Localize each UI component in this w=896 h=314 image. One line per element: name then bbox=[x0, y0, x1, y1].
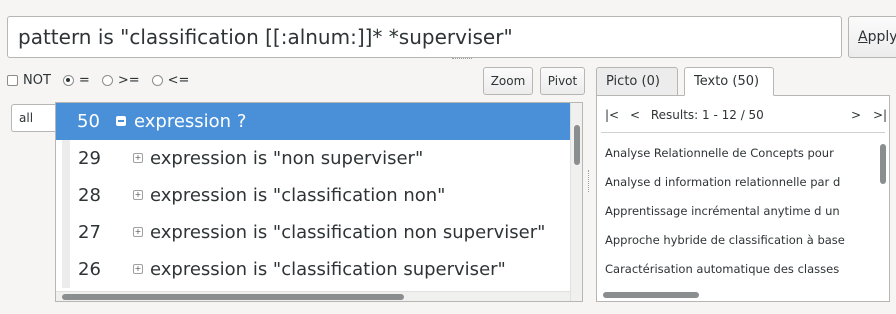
tree-vertical-scrollbar[interactable] bbox=[570, 103, 582, 301]
zoom-button[interactable]: Zoom bbox=[483, 67, 533, 95]
indent-guide bbox=[62, 251, 70, 288]
expand-icon[interactable]: + bbox=[133, 190, 143, 200]
not-checkbox[interactable] bbox=[7, 74, 18, 86]
result-item[interactable]: Approche hybride de classification à bas… bbox=[605, 233, 845, 247]
scroll-thumb[interactable] bbox=[880, 144, 886, 184]
next-page-button[interactable]: > bbox=[851, 108, 861, 122]
results-navigation: |< < Results: 1 - 12 / 50 > >| bbox=[605, 108, 887, 122]
not-label: NOT bbox=[23, 72, 51, 88]
less-equal-radio[interactable] bbox=[151, 74, 163, 86]
tree-horizontal-scrollbar[interactable] bbox=[56, 291, 570, 301]
results-panel: |< < Results: 1 - 12 / 50 > >| Analyse R… bbox=[596, 95, 890, 302]
apply-label: pply bbox=[867, 29, 896, 45]
expression-tree[interactable]: 50 expression ? 29 + expression is "non … bbox=[55, 102, 583, 302]
row-label: expression is "non superviser" bbox=[150, 148, 424, 169]
row-count: 27 bbox=[78, 222, 101, 243]
equals-radio[interactable] bbox=[62, 74, 74, 86]
first-page-button[interactable]: |< bbox=[605, 108, 619, 122]
tree-row[interactable]: 26 + expression is "classification super… bbox=[56, 251, 570, 288]
result-item[interactable]: Apprentissage incrémental anytime d un bbox=[605, 204, 840, 218]
row-count: 50 bbox=[77, 111, 100, 132]
tree-row[interactable]: 50 expression ? bbox=[56, 103, 570, 140]
tree-row[interactable]: 29 + expression is "non superviser" bbox=[56, 140, 570, 177]
indent-guide bbox=[62, 214, 70, 251]
scroll-thumb[interactable] bbox=[62, 294, 404, 300]
resize-grip[interactable] bbox=[452, 58, 472, 61]
row-label: expression is "classification superviser… bbox=[150, 259, 506, 280]
result-item[interactable]: Analyse Relationnelle de Concepts pour bbox=[605, 146, 834, 160]
results-vertical-scrollbar[interactable] bbox=[877, 141, 889, 291]
row-label: expression is "classification non" bbox=[150, 185, 446, 206]
row-count: 29 bbox=[78, 148, 101, 169]
row-label: expression is "classification non superv… bbox=[150, 222, 546, 243]
results-summary: Results: 1 - 12 / 50 bbox=[650, 108, 764, 122]
tab-texto[interactable]: Texto (50) bbox=[684, 67, 774, 96]
indent-guide bbox=[62, 177, 70, 214]
filter-options: NOT = >= <= bbox=[7, 66, 201, 94]
pivot-button[interactable]: Pivot bbox=[540, 67, 585, 95]
tree-row[interactable]: 27 + expression is "classification non s… bbox=[56, 214, 570, 251]
tree-row[interactable]: 28 + expression is "classification non" bbox=[56, 177, 570, 214]
prev-page-button[interactable]: < bbox=[630, 108, 640, 122]
pane-splitter[interactable] bbox=[588, 170, 590, 192]
divider bbox=[601, 132, 885, 133]
pattern-query-input[interactable]: pattern is "classification [[:alnum:]]* … bbox=[7, 16, 842, 58]
greater-equal-label: >= bbox=[117, 72, 140, 88]
tab-all[interactable]: all bbox=[11, 104, 55, 132]
result-item[interactable]: Analyse d information relationnelle par … bbox=[605, 175, 840, 189]
collapse-icon[interactable] bbox=[116, 116, 126, 126]
apply-button[interactable]: Apply bbox=[848, 16, 896, 58]
row-count: 26 bbox=[78, 259, 101, 280]
row-label: expression ? bbox=[134, 111, 247, 132]
indent-guide bbox=[62, 140, 70, 177]
row-count: 28 bbox=[78, 185, 101, 206]
expand-icon[interactable]: + bbox=[133, 153, 143, 163]
results-horizontal-scrollbar[interactable] bbox=[601, 290, 883, 300]
scroll-thumb[interactable] bbox=[574, 125, 580, 165]
scroll-thumb[interactable] bbox=[603, 292, 699, 298]
apply-mnemonic: A bbox=[858, 29, 868, 45]
result-item[interactable]: Caractérisation automatique des classes bbox=[605, 262, 839, 276]
tab-picto[interactable]: Picto (0) bbox=[596, 67, 678, 96]
equals-label: = bbox=[78, 72, 90, 88]
expand-icon[interactable]: + bbox=[133, 227, 143, 237]
last-page-button[interactable]: >| bbox=[873, 108, 887, 122]
expand-icon[interactable]: + bbox=[133, 264, 143, 274]
greater-equal-radio[interactable] bbox=[101, 74, 113, 86]
less-equal-label: <= bbox=[167, 72, 190, 88]
